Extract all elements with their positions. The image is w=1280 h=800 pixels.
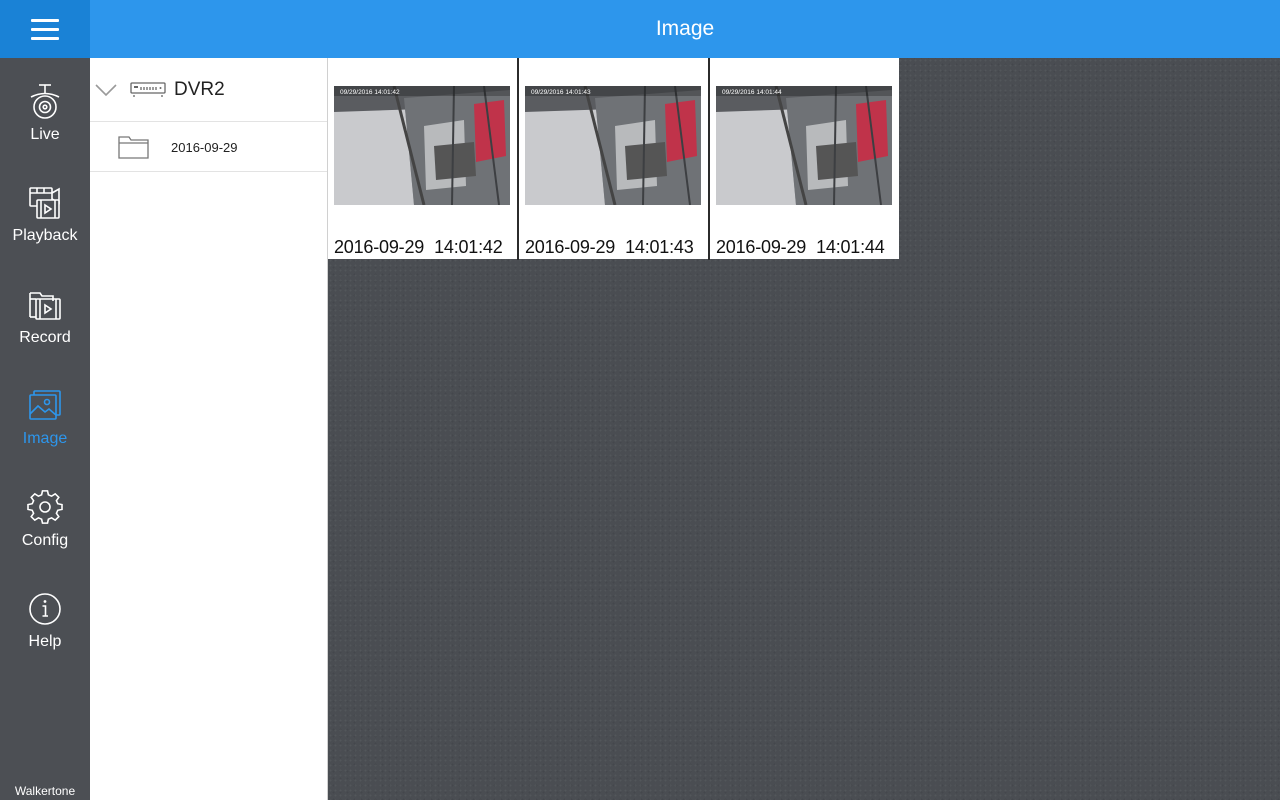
dvr-device-icon	[130, 82, 166, 97]
tree-node-dvr2[interactable]: DVR2	[90, 58, 327, 122]
snapshot-image: 09/29/2016 14:01:42	[334, 86, 510, 205]
snapshot-timestamp-overlay: 09/29/2016 14:01:42	[340, 89, 400, 96]
snapshot-image: 09/29/2016 14:01:43	[525, 86, 701, 205]
title-bar: Image	[90, 0, 1280, 58]
folder-icon	[118, 136, 149, 159]
sidebar: Live Playback Record Image Config Help W…	[0, 58, 90, 800]
image-thumbnail-card[interactable]: 09/29/2016 14:01:43 2016-09-29 14:01:43	[519, 58, 708, 259]
thumbnail-caption: 2016-09-29 14:01:42	[334, 237, 503, 258]
menu-button[interactable]	[0, 0, 90, 58]
sidebar-item-record[interactable]: Record	[0, 261, 90, 361]
sidebar-item-label: Live	[30, 126, 60, 143]
page-title: Image	[655, 17, 715, 40]
gear-icon	[25, 486, 65, 530]
brand-name: Walkertone	[14, 784, 76, 798]
thumbnail-date: 2016-09-29	[525, 237, 616, 257]
image-grid: 09/29/2016 14:01:42 2016-09-29 14:01:42 0…	[328, 58, 1280, 800]
sidebar-item-label: Playback	[12, 227, 78, 244]
snapshot-image: 09/29/2016 14:01:44	[716, 86, 892, 205]
thumbnail-date: 2016-09-29	[716, 237, 807, 257]
sidebar-item-label: Config	[21, 532, 69, 549]
device-tree-panel: DVR2 2016-09-29	[90, 58, 328, 800]
image-thumbnail-card[interactable]: 09/29/2016 14:01:44 2016-09-29 14:01:44	[710, 58, 899, 259]
sidebar-item-help[interactable]: Help	[0, 565, 90, 665]
snapshot-timestamp-overlay: 09/29/2016 14:01:44	[722, 89, 782, 96]
info-icon	[25, 587, 65, 631]
hamburger-menu-icon	[31, 18, 59, 40]
sidebar-item-label: Image	[22, 430, 68, 447]
sidebar-item-live[interactable]: Live	[0, 58, 90, 158]
sidebar-item-label: Record	[19, 329, 71, 346]
sidebar-item-label: Help	[28, 633, 62, 650]
thumbnail-date: 2016-09-29	[334, 237, 425, 257]
image-gallery-icon	[25, 384, 65, 428]
thumbnail-time: 14:01:43	[625, 237, 694, 257]
thumbnail-time: 14:01:42	[434, 237, 503, 257]
playback-film-icon	[25, 181, 65, 225]
snapshot-timestamp-overlay: 09/29/2016 14:01:43	[531, 89, 591, 96]
thumbnail-time: 14:01:44	[816, 237, 885, 257]
sidebar-item-image[interactable]: Image	[0, 362, 90, 462]
camera-icon	[25, 80, 65, 124]
chevron-down-icon[interactable]	[94, 82, 118, 98]
tree-node-label: DVR2	[174, 79, 225, 100]
image-thumbnail-card[interactable]: 09/29/2016 14:01:42 2016-09-29 14:01:42	[328, 58, 517, 259]
tree-node-label: 2016-09-29	[171, 140, 238, 155]
sidebar-item-config[interactable]: Config	[0, 464, 90, 564]
record-folder-icon	[25, 283, 65, 327]
thumbnail-caption: 2016-09-29 14:01:44	[716, 237, 885, 258]
sidebar-item-playback[interactable]: Playback	[0, 159, 90, 259]
tree-node-date-folder[interactable]: 2016-09-29	[90, 122, 327, 172]
thumbnail-caption: 2016-09-29 14:01:43	[525, 237, 694, 258]
